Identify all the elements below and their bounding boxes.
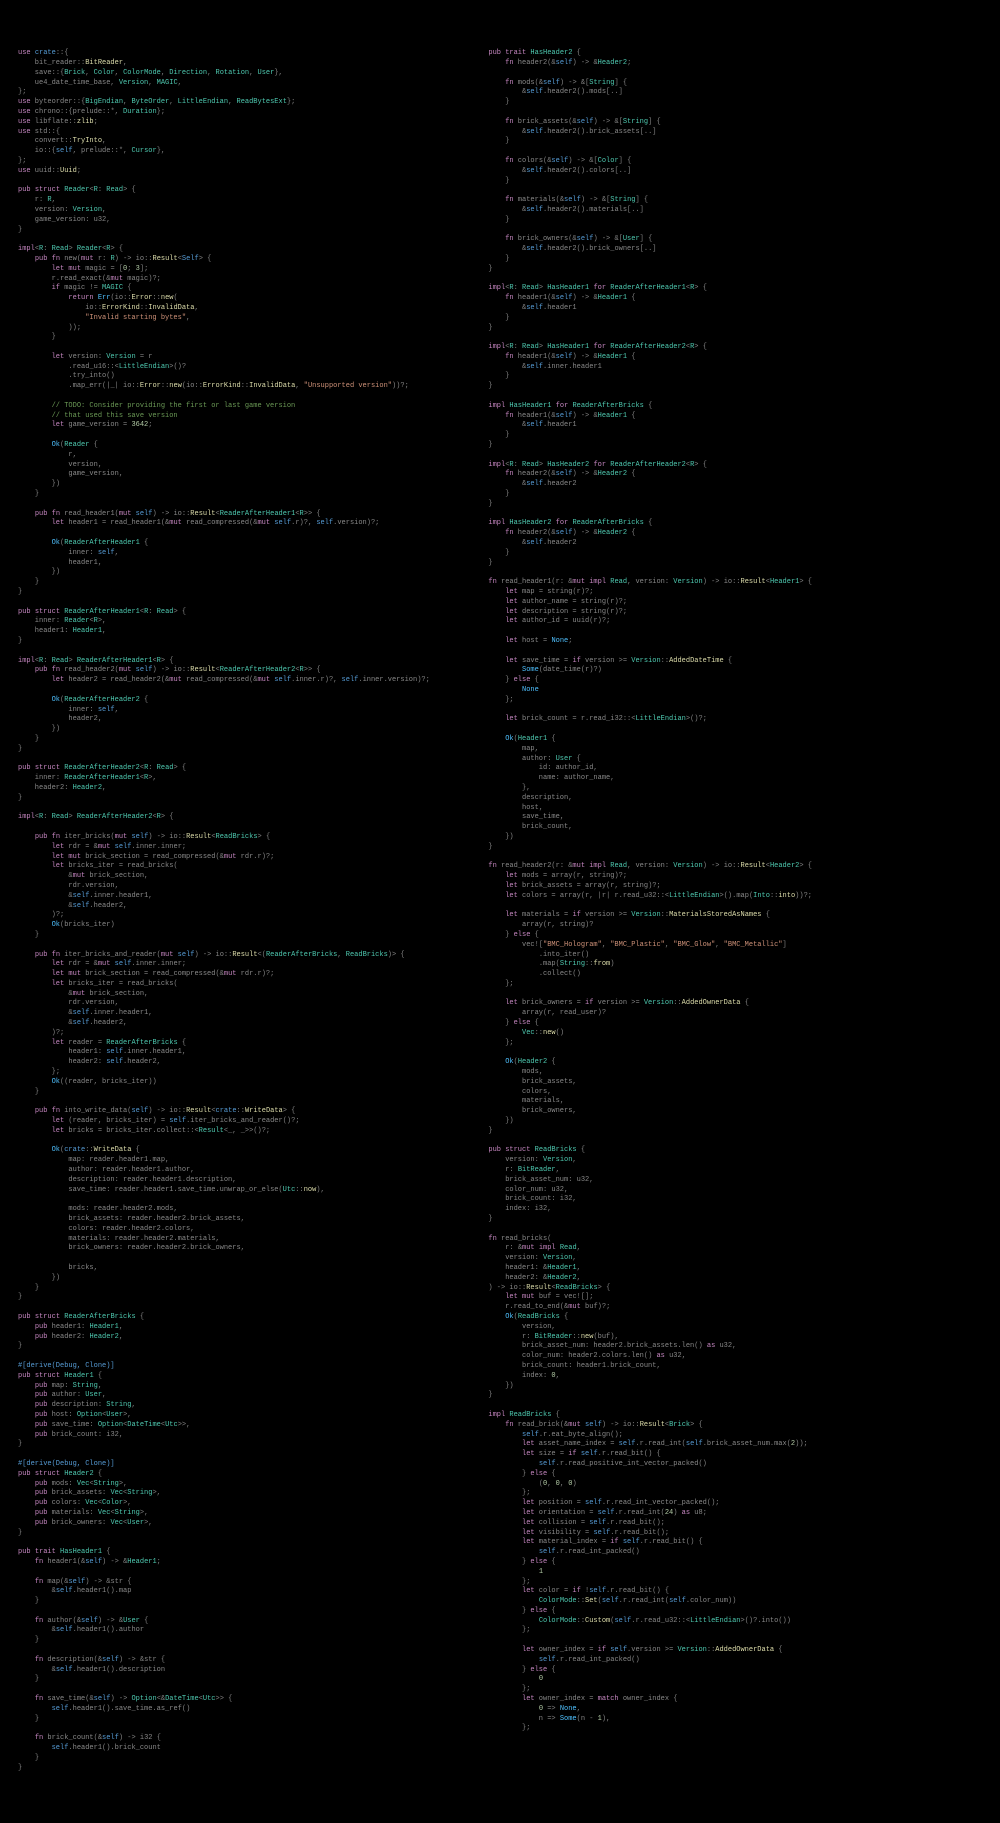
code-text: use crate::{ bit_reader::BitReader, save… <box>18 49 430 1771</box>
code-column-right: pub trait HasHeader2 { fn header2(&self)… <box>480 49 950 1734</box>
code-column-left: use crate::{ bit_reader::BitReader, save… <box>10 49 480 1773</box>
code-text: pub trait HasHeader2 { fn header2(&self)… <box>488 49 812 1732</box>
